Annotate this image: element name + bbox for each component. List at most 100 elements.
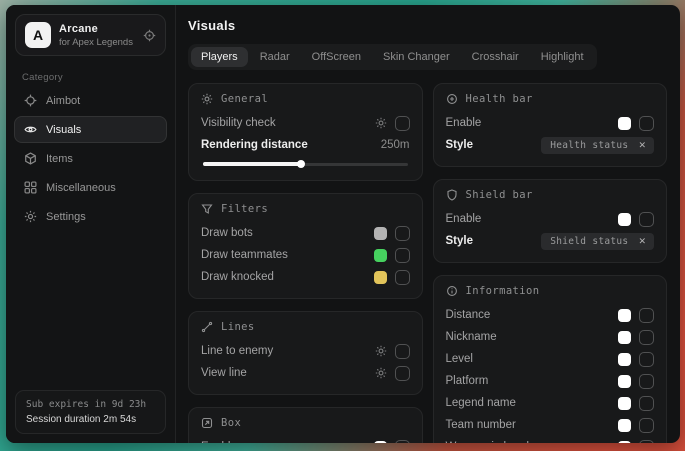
row-label: Platform <box>446 375 619 387</box>
sidebar-item-miscellaneous[interactable]: Miscellaneous <box>14 174 167 201</box>
row-label: Enable <box>446 117 619 129</box>
health-bar-card: Health bar Enable Style Health status <box>433 83 668 167</box>
view-line-checkbox[interactable] <box>395 366 410 381</box>
visibility-check-checkbox[interactable] <box>395 116 410 131</box>
team-number-row: Team number <box>446 414 655 436</box>
color-swatch[interactable] <box>618 397 631 410</box>
close-icon[interactable]: ✕ <box>638 141 646 150</box>
section-title: Information <box>466 285 540 297</box>
section-title: Lines <box>221 321 255 333</box>
filters-card: Filters Draw bots Draw teammates <box>188 193 423 299</box>
tag-label: Health status <box>550 140 628 151</box>
weapon-in-hands-checkbox[interactable] <box>639 440 654 444</box>
tab-offscreen[interactable]: OffScreen <box>302 47 371 67</box>
draw-teammates-row: Draw teammates <box>201 244 410 266</box>
shield-icon <box>446 189 458 201</box>
sidebar-item-settings[interactable]: Settings <box>14 203 167 230</box>
category-label: Category <box>22 72 175 83</box>
sidebar-item-label: Miscellaneous <box>46 182 116 194</box>
row-label: Line to enemy <box>201 345 375 357</box>
draw-teammates-checkbox[interactable] <box>395 248 410 263</box>
color-swatch[interactable] <box>618 375 631 388</box>
app-logo: A <box>25 22 51 48</box>
nickname-checkbox[interactable] <box>639 330 654 345</box>
tab-radar[interactable]: Radar <box>250 47 300 67</box>
slider-thumb[interactable] <box>297 160 305 168</box>
gear-icon[interactable] <box>375 117 387 129</box>
lines-card: Lines Line to enemy View line <box>188 311 423 395</box>
app-window: A Arcane for Apex Legends Category Aimbo… <box>6 5 680 443</box>
gear-icon <box>24 210 37 223</box>
close-icon[interactable]: ✕ <box>638 237 646 246</box>
health-style-row: Style Health status ✕ <box>446 134 655 156</box>
rendering-distance-slider[interactable] <box>203 160 408 168</box>
subscription-info: Sub expires in 9d 23h Session duration 2… <box>15 390 166 434</box>
color-swatch[interactable] <box>618 117 631 130</box>
color-swatch[interactable] <box>618 309 631 322</box>
rendering-distance-value: 250m <box>381 139 410 151</box>
app-header: A Arcane for Apex Legends <box>15 14 166 56</box>
draw-bots-row: Draw bots <box>201 222 410 244</box>
gear-icon[interactable] <box>375 345 387 357</box>
shield-enable-checkbox[interactable] <box>639 212 654 227</box>
target-icon[interactable] <box>143 29 156 42</box>
tab-highlight[interactable]: Highlight <box>531 47 594 67</box>
sidebar-item-label: Items <box>46 153 73 165</box>
draw-knocked-checkbox[interactable] <box>395 270 410 285</box>
color-swatch[interactable] <box>374 271 387 284</box>
distance-checkbox[interactable] <box>639 308 654 323</box>
app-titles: Arcane for Apex Legends <box>59 23 135 48</box>
box-enable-row: Enable <box>201 436 410 443</box>
row-label: Style <box>446 139 542 151</box>
information-header: Information <box>446 285 655 297</box>
row-label: Nickname <box>446 331 619 343</box>
sidebar-item-aimbot[interactable]: Aimbot <box>14 87 167 114</box>
color-swatch[interactable] <box>618 419 631 432</box>
line-to-enemy-row: Line to enemy <box>201 340 410 362</box>
sidebar-item-label: Aimbot <box>46 95 80 107</box>
visibility-check-row: Visibility check <box>201 112 410 134</box>
level-checkbox[interactable] <box>639 352 654 367</box>
color-swatch[interactable] <box>618 213 631 226</box>
shield-style-select[interactable]: Shield status ✕ <box>541 233 654 250</box>
color-swatch[interactable] <box>618 331 631 344</box>
filters-header: Filters <box>201 203 410 215</box>
distance-row: Distance <box>446 304 655 326</box>
legend-name-checkbox[interactable] <box>639 396 654 411</box>
right-column: Health bar Enable Style Health status <box>433 83 668 443</box>
tab-crosshair[interactable]: Crosshair <box>462 47 529 67</box>
tab-players[interactable]: Players <box>191 47 248 67</box>
legend-name-row: Legend name <box>446 392 655 414</box>
team-number-checkbox[interactable] <box>639 418 654 433</box>
page-title: Visuals <box>188 18 667 33</box>
color-swatch[interactable] <box>374 227 387 240</box>
row-label: Style <box>446 235 542 247</box>
tab-skin-changer[interactable]: Skin Changer <box>373 47 460 67</box>
main-content: Visuals Players Radar OffScreen Skin Cha… <box>176 5 680 443</box>
row-label: Enable <box>446 213 619 225</box>
color-swatch[interactable] <box>374 441 387 444</box>
platform-checkbox[interactable] <box>639 374 654 389</box>
color-swatch[interactable] <box>374 249 387 262</box>
row-label: Enable <box>201 441 374 443</box>
gear-icon[interactable] <box>375 367 387 379</box>
sidebar: A Arcane for Apex Legends Category Aimbo… <box>6 5 176 443</box>
shield-style-row: Style Shield status ✕ <box>446 230 655 252</box>
left-column: General Visibility check Rendering dista… <box>188 83 423 443</box>
color-swatch[interactable] <box>618 441 631 444</box>
draw-knocked-row: Draw knocked <box>201 266 410 288</box>
sub-expiry-text: Sub expires in 9d 23h <box>26 399 155 410</box>
draw-bots-checkbox[interactable] <box>395 226 410 241</box>
section-title: Box <box>221 417 241 429</box>
line-to-enemy-checkbox[interactable] <box>395 344 410 359</box>
view-line-row: View line <box>201 362 410 384</box>
shield-bar-header: Shield bar <box>446 189 655 201</box>
sidebar-item-items[interactable]: Items <box>14 145 167 172</box>
sidebar-item-visuals[interactable]: Visuals <box>14 116 167 143</box>
health-enable-checkbox[interactable] <box>639 116 654 131</box>
health-style-select[interactable]: Health status ✕ <box>541 137 654 154</box>
general-header: General <box>201 93 410 105</box>
shield-enable-row: Enable <box>446 208 655 230</box>
box-enable-checkbox[interactable] <box>395 440 410 444</box>
color-swatch[interactable] <box>618 353 631 366</box>
